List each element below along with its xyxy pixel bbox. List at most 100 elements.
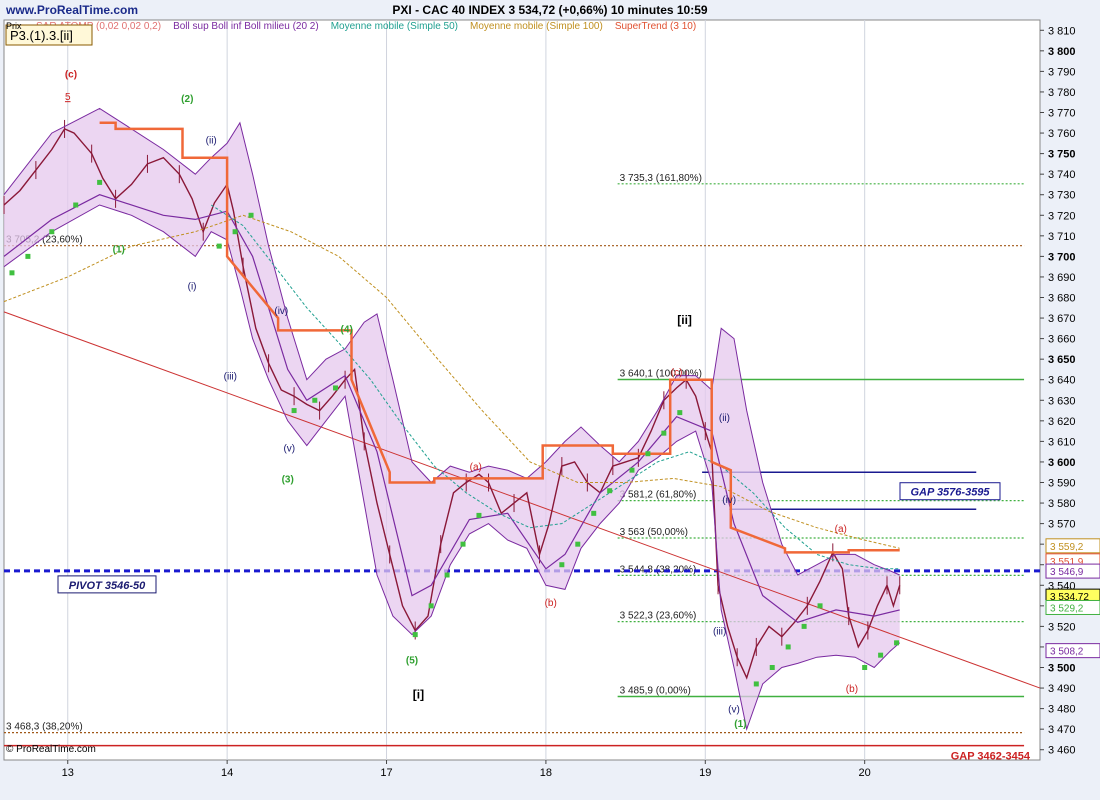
y-tick-label: 3 660 [1048, 334, 1076, 346]
sar-dot [607, 488, 613, 494]
watermark: www.ProRealTime.com [5, 3, 138, 17]
sar-dot [862, 665, 868, 670]
sar-dot [333, 385, 339, 391]
y-tick-label: 3 740 [1048, 169, 1076, 181]
x-tick-label: 13 [62, 767, 74, 779]
fib-level-label: 3 581,2 (61,80%) [620, 490, 697, 501]
wave-label: (a) [470, 462, 482, 473]
sar-dot [444, 572, 450, 578]
sar-dot [248, 212, 254, 218]
pivot-label: PIVOT 3546-50 [69, 580, 146, 592]
price-box-label: 3 529,2 [1050, 603, 1084, 614]
x-tick-label: 20 [859, 767, 871, 779]
sar-dot [25, 253, 31, 259]
sar-dot [49, 229, 55, 235]
sar-dot [476, 512, 482, 518]
sar-dot [428, 603, 434, 609]
wave-label: [ii] [677, 313, 692, 327]
fib-level-label: 3 563 (50,00%) [620, 527, 688, 538]
y-tick-label: 3 490 [1048, 683, 1076, 695]
fib-level-label: 3 468,3 (38,20%) [6, 722, 83, 733]
y-tick-label: 3 690 [1048, 272, 1076, 284]
sar-dot [232, 229, 238, 235]
sar-dot [9, 270, 15, 276]
y-tick-label: 3 810 [1048, 25, 1076, 37]
gap-box-label: GAP 3576-3595 [910, 487, 990, 499]
sar-dot [412, 632, 418, 638]
price-box-label: 3 508,2 [1050, 647, 1084, 658]
prix-label: Prix [6, 21, 22, 31]
y-tick-label: 3 800 [1048, 46, 1076, 58]
sar-dot [878, 652, 884, 658]
x-tick-label: 17 [380, 767, 392, 779]
copyright: © ProRealTime.com [6, 744, 96, 755]
wave-label: 5 [65, 92, 71, 103]
chart-title: PXI - CAC 40 INDEX 3 534,72 (+0,66%) 10 … [392, 3, 707, 17]
y-tick-label: 3 600 [1048, 457, 1076, 469]
wave-label: (c) [671, 368, 683, 379]
wave-label: (iii) [713, 627, 726, 638]
y-tick-label: 3 680 [1048, 293, 1076, 305]
chart-window: 3 735,3 (161,80%) 3 640,1 (100,00%) 3 581,… [0, 0, 1100, 800]
price-box-label: 3 546,9 [1050, 567, 1084, 578]
wave-label: (v) [728, 705, 740, 716]
sar-dot [817, 603, 823, 609]
y-tick-label: 3 610 [1048, 436, 1076, 448]
sar-dot [591, 510, 597, 516]
wave-label: [i] [413, 687, 424, 701]
wave-label: (iii) [224, 372, 237, 383]
legend-item: Boll sup Boll inf Boll milieu (20 2) [173, 21, 319, 32]
y-tick-label: 3 720 [1048, 210, 1076, 222]
wave-label: (2) [181, 94, 193, 105]
fib-level-label: 3 522,3 (23,60%) [620, 611, 697, 622]
y-tick-label: 3 630 [1048, 395, 1076, 407]
fib-level-label: 3 735,3 (161,80%) [620, 173, 702, 184]
y-tick-label: 3 750 [1048, 149, 1076, 161]
sar-dot [97, 179, 103, 185]
legend-item: Moyenne mobile (Simple 50) [331, 21, 458, 32]
wave-label: (b) [846, 684, 858, 695]
y-tick-label: 3 650 [1048, 354, 1076, 366]
x-tick-label: 14 [221, 767, 233, 779]
y-tick-label: 3 620 [1048, 416, 1076, 428]
sar-dot [460, 541, 466, 547]
wave-label: (ii) [206, 135, 217, 146]
wave-label: (4) [341, 324, 353, 335]
y-tick-label: 3 770 [1048, 108, 1076, 120]
y-tick-label: 3 730 [1048, 190, 1076, 202]
sar-dot [769, 665, 775, 670]
y-tick-label: 3 460 [1048, 745, 1076, 757]
y-tick-label: 3 470 [1048, 724, 1076, 736]
wave-label: (1) [113, 244, 125, 255]
price-box-label: 3 559,2 [1050, 542, 1084, 553]
y-tick-label: 3 790 [1048, 66, 1076, 78]
sar-dot [629, 467, 635, 473]
sar-dot [677, 410, 683, 416]
y-tick-label: 3 580 [1048, 498, 1076, 510]
legend-item: Moyenne mobile (Simple 100) [470, 21, 603, 32]
sar-dot [216, 243, 222, 249]
y-tick-label: 3 590 [1048, 478, 1076, 490]
sar-dot [645, 451, 651, 457]
y-tick-label: 3 500 [1048, 663, 1076, 675]
wave-label: (a) [835, 524, 847, 535]
sar-dot [559, 562, 565, 568]
wave-label: (iv) [274, 306, 288, 317]
sar-dot [291, 408, 297, 414]
wave-label: (b) [545, 598, 557, 609]
y-tick-label: 3 700 [1048, 251, 1076, 263]
y-tick-label: 3 640 [1048, 375, 1076, 387]
y-tick-label: 3 570 [1048, 519, 1076, 531]
chart-canvas[interactable]: 3 735,3 (161,80%)3 640,1 (100,00%)3 581,… [0, 0, 1100, 800]
wave-label: (5) [406, 655, 418, 666]
sar-dot [575, 541, 581, 547]
x-tick-label: 19 [699, 767, 711, 779]
sar-dot [753, 681, 759, 687]
wave-label: (iv) [722, 495, 736, 506]
legend-item: SuperTrend (3 10) [615, 21, 696, 32]
wave-label: (v) [283, 444, 295, 455]
wave-label: (c) [65, 70, 77, 81]
sar-dot [312, 397, 318, 403]
wave-label: (i) [188, 281, 197, 292]
y-tick-label: 3 480 [1048, 704, 1076, 716]
